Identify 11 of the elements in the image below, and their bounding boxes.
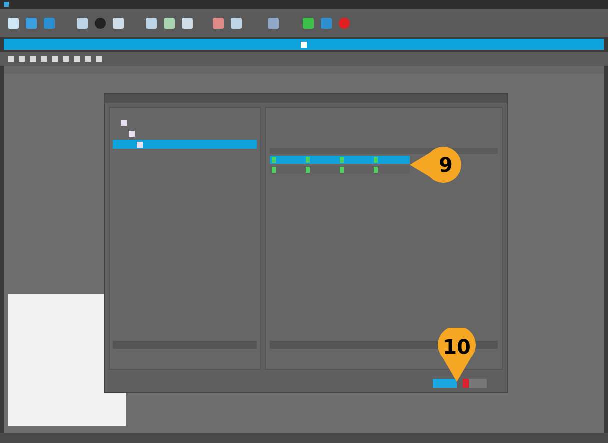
banner-icon xyxy=(301,42,307,48)
tree-item[interactable] xyxy=(113,140,257,149)
table-row[interactable] xyxy=(270,166,410,174)
callout-number: 10 xyxy=(442,334,472,361)
toolbar-icon[interactable] xyxy=(26,18,37,28)
callout-number: 9 xyxy=(438,152,454,179)
table-row[interactable] xyxy=(270,156,410,164)
toolbar-icon[interactable] xyxy=(8,18,19,28)
cancel-button[interactable] xyxy=(463,378,487,388)
ok-button[interactable] xyxy=(433,378,457,388)
app-icon xyxy=(4,2,9,7)
